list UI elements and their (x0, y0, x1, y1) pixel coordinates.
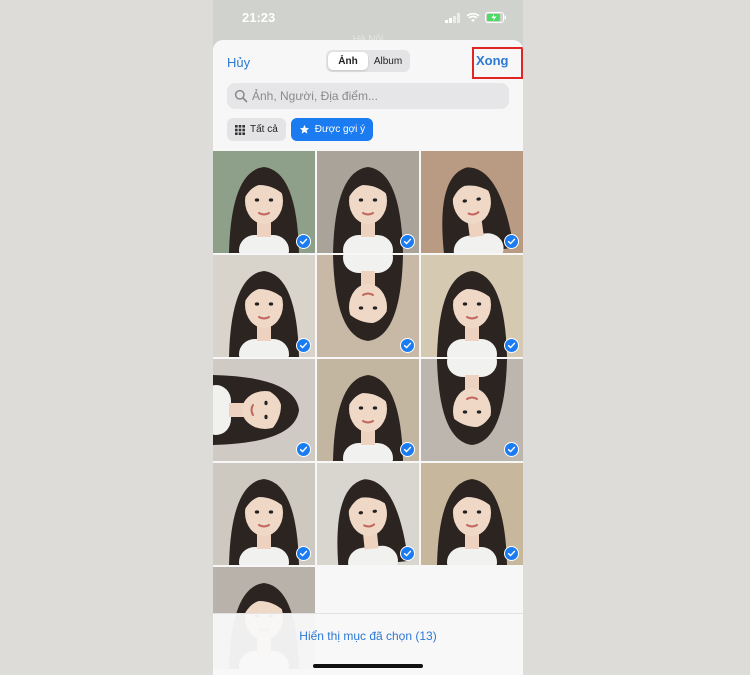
segmented-control: Ảnh Album (326, 50, 410, 72)
star-icon (299, 124, 309, 134)
navigation-bar: Hủy Ảnh Album Xong (213, 40, 523, 82)
filter-all-label: Tất cả (250, 124, 278, 135)
photo-thumbnail[interactable] (213, 359, 315, 461)
photo-thumbnail[interactable] (317, 151, 419, 253)
filter-featured-button[interactable]: Được gợi ý (290, 118, 374, 141)
photo-thumbnail[interactable] (317, 255, 419, 357)
selected-checkmark (296, 442, 311, 457)
checkmark-icon (299, 550, 308, 557)
photo-thumbnail[interactable] (421, 255, 523, 357)
selected-checkmark (296, 546, 311, 561)
photo-grid (213, 151, 523, 669)
photo-thumbnail[interactable] (317, 359, 419, 461)
selected-checkmark (296, 338, 311, 353)
tab-albums[interactable]: Album (368, 52, 408, 70)
filter-all-button[interactable]: Tất cả (227, 118, 286, 141)
selected-checkmark (400, 442, 415, 457)
selected-checkmark (400, 338, 415, 353)
home-indicator (313, 664, 423, 668)
checkmark-icon (403, 238, 412, 245)
photo-thumbnail[interactable] (213, 463, 315, 565)
done-highlight-box (472, 47, 523, 79)
photo-thumbnail[interactable] (213, 255, 315, 357)
selected-checkmark (504, 442, 519, 457)
checkmark-icon (403, 550, 412, 557)
phone-screen: 21:23 Hà Nội Hủy Ảnh Alb (213, 0, 523, 675)
search-placeholder: Ảnh, Người, Địa điểm... (252, 89, 378, 103)
search-icon (234, 89, 248, 103)
photo-thumbnail[interactable] (213, 151, 315, 253)
photo-thumbnail[interactable] (421, 463, 523, 565)
photo-thumbnail[interactable] (421, 359, 523, 461)
checkmark-icon (507, 238, 516, 245)
selected-checkmark (400, 546, 415, 561)
checkmark-icon (403, 446, 412, 453)
photo-thumbnail[interactable] (317, 463, 419, 565)
checkmark-icon (299, 238, 308, 245)
checkmark-icon (507, 446, 516, 453)
cancel-button[interactable]: Hủy (227, 55, 250, 70)
selected-checkmark (504, 546, 519, 561)
status-icons (445, 12, 507, 23)
checkmark-icon (507, 550, 516, 557)
checkmark-icon (299, 342, 308, 349)
show-selected-button[interactable]: Hiển thị mục đã chọn (13) (213, 629, 523, 643)
grid-icon (235, 124, 245, 135)
filter-chips: Tất cả Được gợi ý (227, 118, 374, 141)
photo-picker-sheet: Hủy Ảnh Album Xong Ảnh, Người, Địa điểm.… (213, 40, 523, 675)
selected-checkmark (504, 234, 519, 249)
battery-charging-icon (485, 12, 506, 23)
photo-thumbnail[interactable] (421, 151, 523, 253)
filter-featured-label: Được gợi ý (314, 124, 366, 135)
signal-icon (445, 12, 460, 23)
status-bar: 21:23 (213, 0, 523, 38)
selected-checkmark (400, 234, 415, 249)
checkmark-icon (403, 342, 412, 349)
selected-checkmark (296, 234, 311, 249)
wifi-icon (466, 12, 480, 22)
tab-photos[interactable]: Ảnh (328, 52, 368, 70)
status-time: 21:23 (242, 10, 276, 25)
selected-checkmark (504, 338, 519, 353)
search-bar[interactable]: Ảnh, Người, Địa điểm... (227, 83, 509, 109)
checkmark-icon (507, 342, 516, 349)
checkmark-icon (299, 446, 308, 453)
bottom-toolbar: Hiển thị mục đã chọn (13) (213, 613, 523, 675)
